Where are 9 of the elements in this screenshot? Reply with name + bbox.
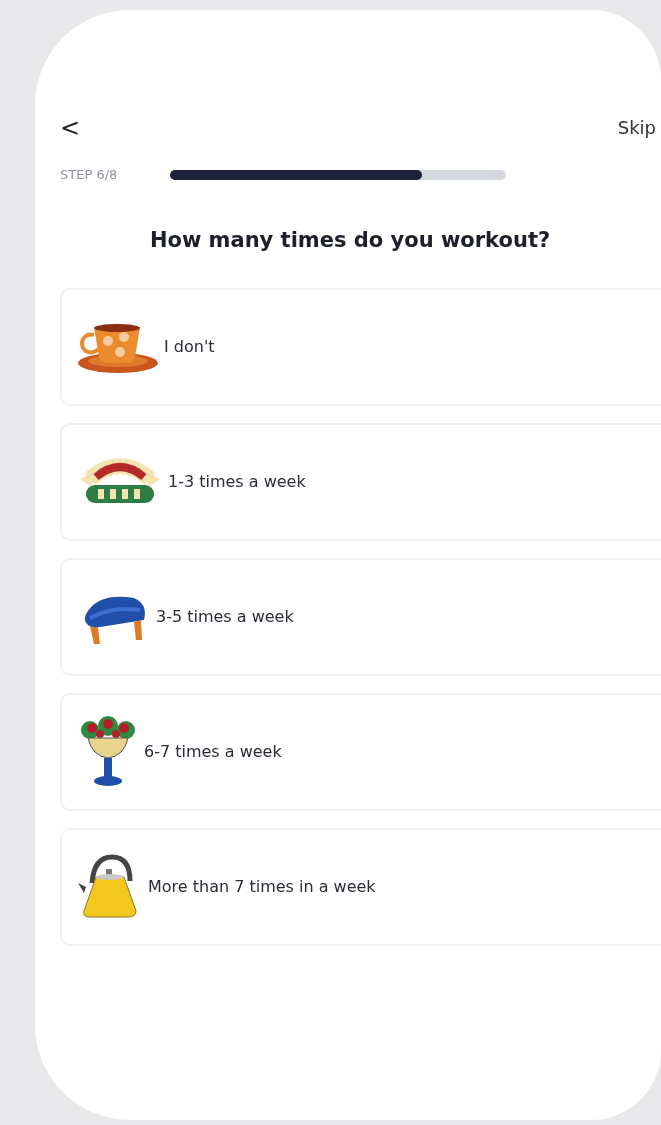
option-card[interactable]: 1-3 times a week (60, 423, 661, 541)
question-title: How many times do you workout? (148, 226, 552, 254)
step-label: STEP 6/8 (60, 166, 119, 184)
option-card[interactable]: I don't (60, 288, 661, 406)
option-card[interactable]: 6-7 times a week (60, 693, 661, 811)
back-button[interactable]: < (60, 115, 81, 140)
skip-button[interactable]: Skip (617, 114, 656, 141)
option-card[interactable]: 3-5 times a week (60, 558, 661, 676)
option-card[interactable]: More than 7 times in a week (60, 828, 661, 946)
